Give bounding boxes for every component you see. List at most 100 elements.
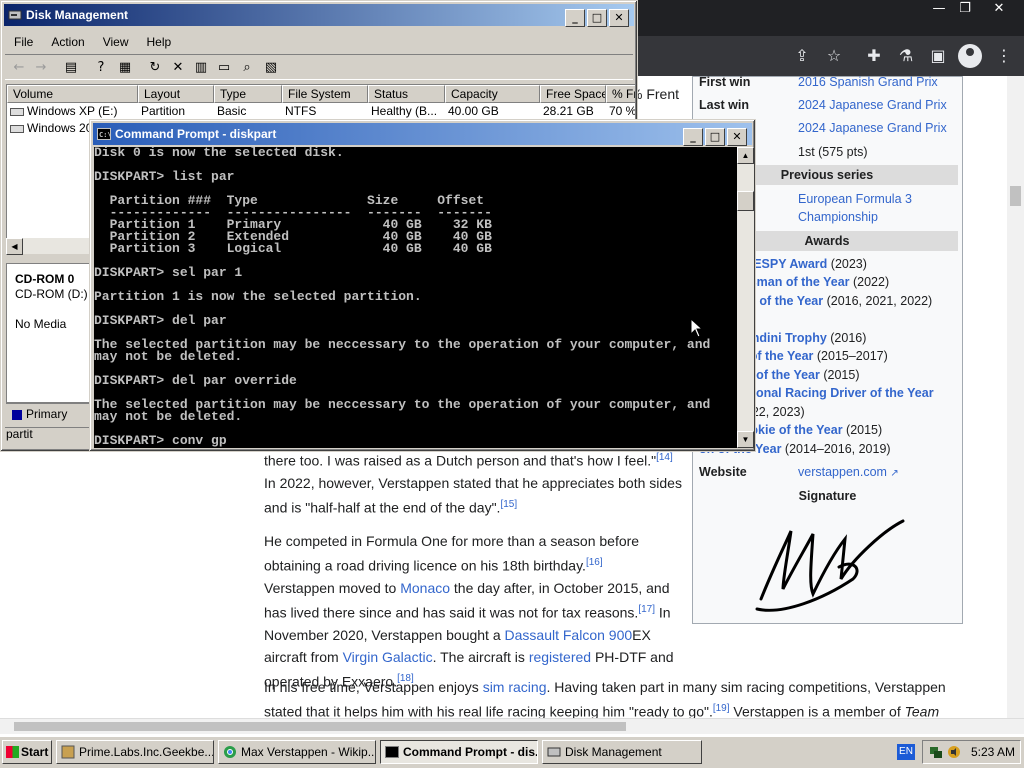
menu-view[interactable]: View xyxy=(94,31,138,53)
last-entry-link[interactable]: 2024 Japanese Grand Prix xyxy=(798,119,947,137)
taskbar-item-disk-management[interactable]: Disk Management xyxy=(542,740,702,764)
page-horizontal-scrollbar[interactable] xyxy=(0,718,1024,734)
citation-link[interactable]: [16] xyxy=(586,557,603,568)
console-line: DISKPART> list par xyxy=(94,169,235,184)
forward-icon[interactable]: → xyxy=(31,58,51,78)
help-icon[interactable]: ? xyxy=(91,58,111,78)
close-button[interactable]: ✕ xyxy=(609,9,629,27)
properties-list-icon[interactable]: ▥ xyxy=(191,58,211,78)
console-tree-icon[interactable]: ▤ xyxy=(61,58,81,78)
properties-icon[interactable]: ▦ xyxy=(115,58,135,78)
falcon-link[interactable]: Dassault Falcon 900 xyxy=(505,627,633,643)
console-line: DISKPART> conv gp xyxy=(94,433,227,448)
legend-swatch xyxy=(12,409,22,420)
citation-link[interactable]: [14] xyxy=(656,452,673,463)
back-icon[interactable]: ← xyxy=(9,58,29,78)
language-indicator[interactable]: EN xyxy=(897,744,915,760)
cdrom-info[interactable]: CD-ROM 0 CD-ROM (D:) No Media xyxy=(15,272,88,332)
column-header[interactable]: Capacity xyxy=(445,85,540,103)
bookmark-star-icon[interactable]: ☆ xyxy=(822,44,846,68)
mouse-cursor-icon xyxy=(690,318,704,338)
article-paragraph: there too. I was raised as a Dutch perso… xyxy=(264,452,682,516)
profile-avatar-icon[interactable] xyxy=(958,44,982,68)
disk-management-titlebar[interactable]: Disk Management _ □ ✕ xyxy=(4,4,634,27)
labs-flask-icon[interactable]: ⚗ xyxy=(894,44,918,68)
console-line: may not be deleted. xyxy=(94,409,243,424)
scroll-up-icon[interactable]: ▲ xyxy=(737,147,754,164)
console-text: Disk 0 is now the selected disk. DISKPAR… xyxy=(94,147,737,447)
citation-link[interactable]: [17] xyxy=(638,604,655,615)
last-win-label: Last win xyxy=(699,98,750,112)
sim-racing-link[interactable]: sim racing xyxy=(483,679,547,695)
close-icon[interactable]: ✕ xyxy=(982,0,1016,20)
first-win-link[interactable]: 2016 Spanish Grand Prix xyxy=(798,73,938,91)
scroll-down-icon[interactable]: ▼ xyxy=(737,431,754,448)
menu-help[interactable]: Help xyxy=(138,31,181,53)
clock[interactable]: 5:23 AM xyxy=(971,741,1015,763)
console-line: Partition 1 is now the selected partitio… xyxy=(94,289,422,304)
delete-icon[interactable]: ✕ xyxy=(168,58,188,78)
close-button[interactable]: ✕ xyxy=(727,128,747,146)
page-scrollbar[interactable] xyxy=(1007,76,1024,718)
previous-series-link[interactable]: European Formula 3 Championship xyxy=(798,190,928,226)
scrollbar-thumb[interactable] xyxy=(737,191,754,211)
taskbar-item-geekbench[interactable]: Prime.Labs.Inc.Geekbe... xyxy=(56,740,214,764)
share-icon[interactable]: ⇪ xyxy=(790,44,814,68)
refresh-icon[interactable]: ↻ xyxy=(145,58,165,78)
maximize-button[interactable]: □ xyxy=(587,9,607,27)
menu-dots-icon[interactable]: ⋮ xyxy=(992,44,1016,68)
citation-link[interactable]: [19] xyxy=(713,703,730,714)
maximize-button[interactable]: □ xyxy=(705,128,725,146)
column-header[interactable]: File System xyxy=(282,85,368,103)
system-tray: 5:23 AM xyxy=(922,740,1021,764)
website-link[interactable]: verstappen.com ↗ xyxy=(798,463,899,483)
legend: Primary partit xyxy=(6,403,96,441)
last-win-link[interactable]: 2024 Japanese Grand Prix xyxy=(798,96,947,114)
article-paragraph: In his free time, Verstappen enjoys sim … xyxy=(264,679,946,720)
monaco-link[interactable]: Monaco xyxy=(400,580,450,596)
column-header[interactable]: Layout xyxy=(138,85,214,103)
column-header[interactable]: Volume xyxy=(7,85,138,103)
command-prompt-titlebar[interactable]: C:\ Command Prompt - diskpart _ □ ✕ xyxy=(93,123,752,146)
volume-icon[interactable] xyxy=(947,745,961,759)
table-row[interactable]: Windows XP (E:) Partition Basic NTFS Hea… xyxy=(7,103,635,120)
scroll-left-icon[interactable]: ◀ xyxy=(6,238,23,255)
menu-action[interactable]: Action xyxy=(42,31,93,53)
extensions-icon[interactable]: ✚ xyxy=(862,44,886,68)
minimize-button[interactable]: _ xyxy=(683,128,703,146)
settings-icon[interactable]: ▧ xyxy=(261,58,281,78)
explore-icon[interactable]: ⌕ xyxy=(237,58,257,78)
console-line: Disk 0 is now the selected disk. xyxy=(94,147,344,160)
network-icon[interactable] xyxy=(929,745,943,759)
article-paragraph: He competed in Formula One for more than… xyxy=(264,533,674,690)
column-header[interactable]: Type xyxy=(214,85,282,103)
horizontal-scrollbar[interactable]: ◀ xyxy=(6,238,94,255)
column-header[interactable]: % Free xyxy=(606,85,635,103)
windows-logo-icon xyxy=(6,746,19,758)
open-folder-icon[interactable]: ▭ xyxy=(214,58,234,78)
signature-image xyxy=(755,519,905,612)
console-line: may not be deleted. xyxy=(94,349,243,364)
vertical-scrollbar[interactable]: ▲ ▼ xyxy=(737,147,754,448)
menu-file[interactable]: File xyxy=(5,31,42,53)
column-header[interactable]: Status xyxy=(368,85,445,103)
position-value: 1st (575 pts) xyxy=(798,145,868,159)
taskbar-item-chrome[interactable]: Max Verstappen - Wikip... xyxy=(218,740,376,764)
console-line: DISKPART> del par xyxy=(94,313,227,328)
citation-link[interactable]: [15] xyxy=(500,499,517,510)
taskbar-item-command-prompt[interactable]: Command Prompt - dis... xyxy=(380,740,538,764)
side-panel-icon[interactable]: ▣ xyxy=(926,44,950,68)
scrollbar-thumb[interactable] xyxy=(14,722,626,731)
article-body: there too. I was raised as a Dutch perso… xyxy=(264,447,694,704)
external-link-icon: ↗ xyxy=(890,468,899,479)
signature-label: Signature xyxy=(798,489,857,503)
console-output[interactable]: Disk 0 is now the selected disk. DISKPAR… xyxy=(94,147,737,448)
registered-link[interactable]: registered xyxy=(529,649,591,665)
virgin-galactic-link[interactable]: Virgin Galactic xyxy=(343,649,433,665)
drive-icon xyxy=(10,107,24,116)
restore-icon[interactable]: ❐ xyxy=(948,0,982,20)
start-button[interactable]: Start xyxy=(2,740,52,764)
minimize-button[interactable]: _ xyxy=(565,9,585,27)
scrollbar-thumb[interactable] xyxy=(1010,186,1021,206)
column-header[interactable]: Free Space xyxy=(540,85,606,103)
